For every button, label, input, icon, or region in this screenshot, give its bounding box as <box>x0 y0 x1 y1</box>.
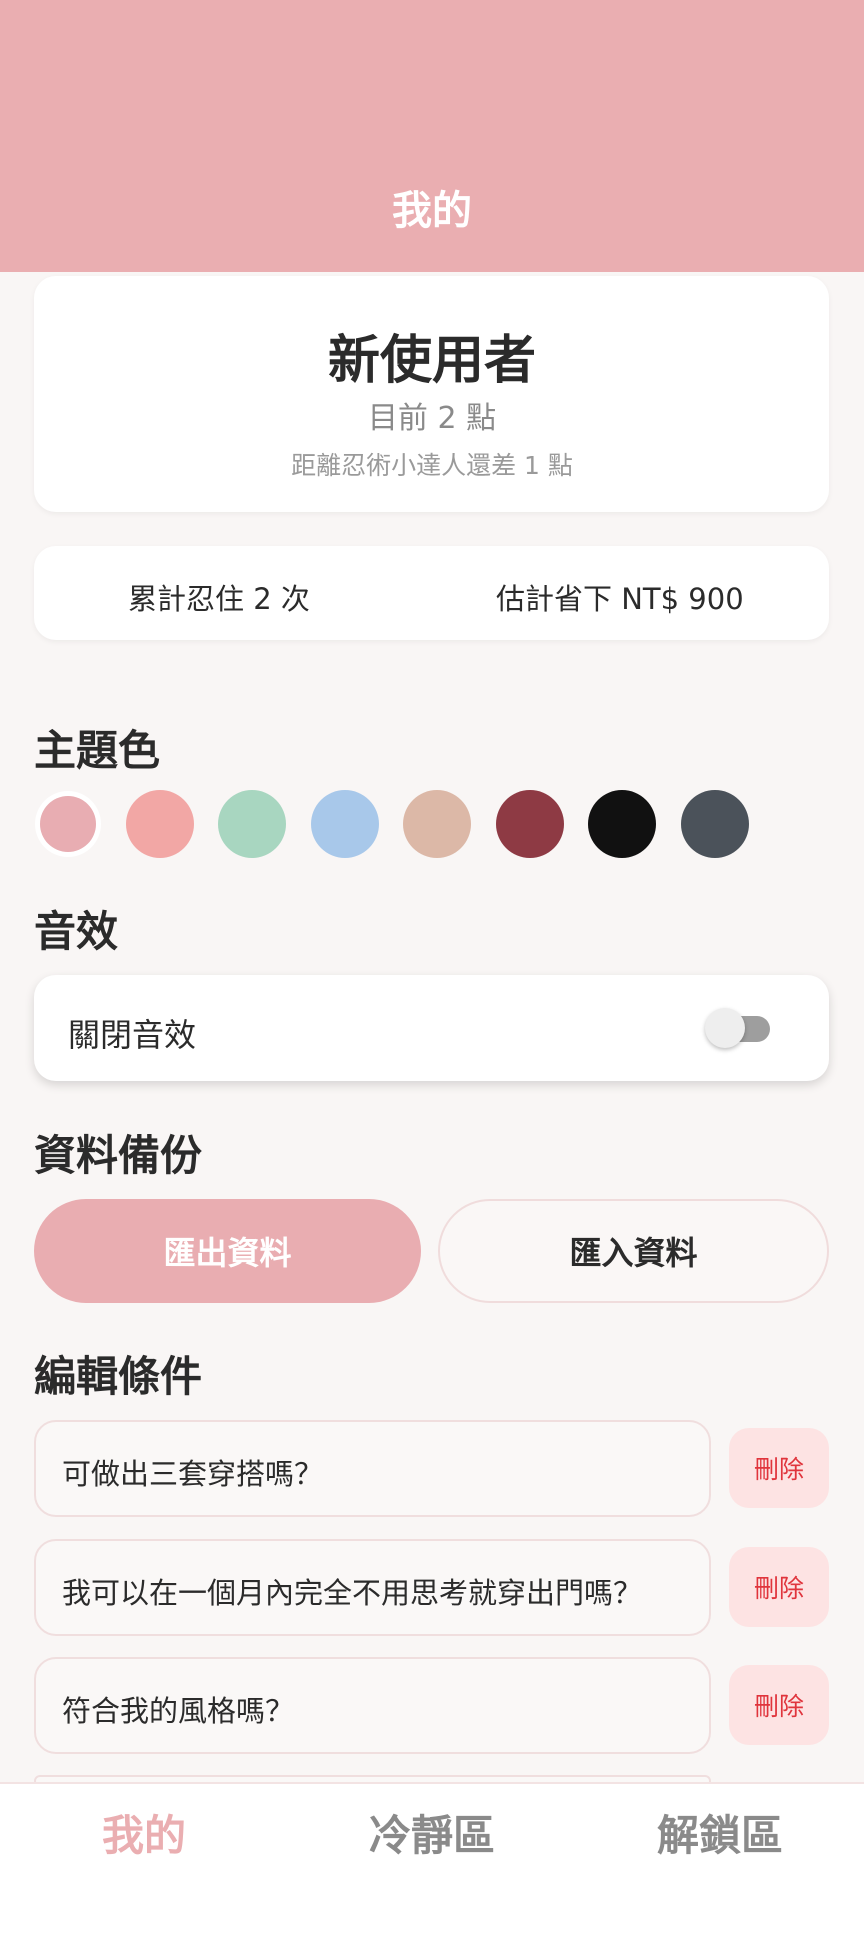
theme-swatch-7[interactable] <box>588 790 656 858</box>
profile-name: 新使用者 <box>327 331 536 391</box>
theme-swatch-8[interactable] <box>681 790 749 858</box>
profile-points: 目前 2 點 <box>367 401 497 436</box>
theme-swatch-2[interactable] <box>126 790 194 858</box>
theme-swatch-4[interactable] <box>311 790 379 858</box>
condition-text-2: 我可以在一個月內完全不用思考就穿出門嗎？ <box>62 1576 643 1610</box>
export-data-button[interactable]: 匯出資料 <box>34 1199 421 1303</box>
delete-condition-button-2[interactable]: 刪除 <box>729 1547 829 1627</box>
nav-tab-unlock-zone[interactable]: 解鎖區 <box>576 1802 864 1863</box>
theme-swatch-3[interactable] <box>218 790 286 858</box>
theme-swatch-5[interactable] <box>403 790 471 858</box>
saved-amount: 估計省下 NT$ 900 <box>496 582 744 616</box>
nav-tab-calm-zone[interactable]: 冷靜區 <box>288 1802 576 1863</box>
delete-condition-button-3[interactable]: 刪除 <box>729 1665 829 1745</box>
backup-section-title: 資料備份 <box>34 1131 203 1180</box>
import-data-button[interactable]: 匯入資料 <box>438 1199 829 1303</box>
sound-toggle-label: 關閉音效 <box>68 1016 197 1054</box>
condition-text-3: 符合我的風格嗎？ <box>62 1694 295 1728</box>
nav-tab-mine[interactable]: 我的 <box>0 1802 288 1863</box>
theme-section-title: 主題色 <box>34 726 161 775</box>
page-title: 我的 <box>392 188 472 234</box>
app-header: 我的 <box>0 0 864 272</box>
delete-condition-button-1[interactable]: 刪除 <box>729 1428 829 1508</box>
resist-count: 累計忍住 2 次 <box>128 582 310 616</box>
theme-swatch-1[interactable] <box>40 796 96 852</box>
theme-swatch-6[interactable] <box>496 790 564 858</box>
condition-text-1: 可做出三套穿搭嗎？ <box>62 1457 324 1491</box>
conditions-section-title: 編輯條件 <box>34 1352 203 1401</box>
sound-toggle-thumb[interactable] <box>705 1008 745 1048</box>
profile-next-level: 距離忍術小達人還差 1 點 <box>291 451 573 480</box>
sound-section-title: 音效 <box>34 907 119 956</box>
